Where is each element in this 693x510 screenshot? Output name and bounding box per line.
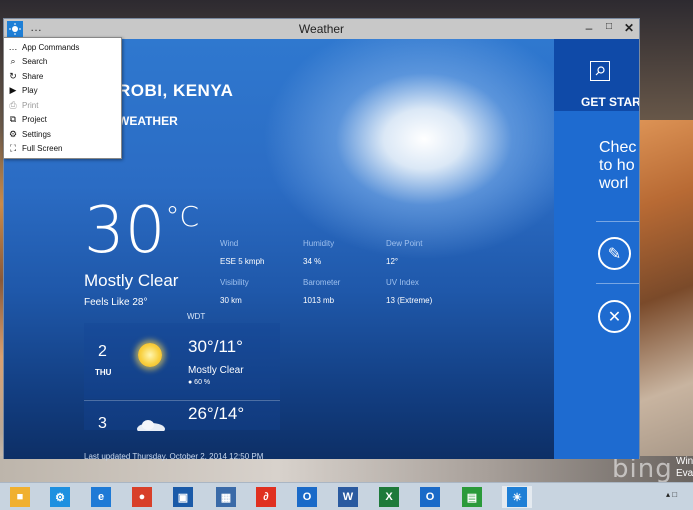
forecast-day-of-week: THU — [95, 368, 112, 377]
wind-value: ESE 5 kmph — [220, 257, 265, 266]
taskbar-app-button[interactable]: ⚙ — [49, 486, 71, 508]
word-icon: W — [338, 487, 358, 507]
taskbar-app-button[interactable]: ▤ — [461, 486, 483, 508]
settings-app-icon: ⚙ — [50, 487, 70, 507]
project-icon: ⧉ — [9, 114, 17, 125]
feels-like: Feels Like 28° — [84, 297, 148, 308]
search-icon — [595, 66, 605, 76]
forecast-day-card[interactable]: 2 THU 30°/11° Mostly Clear ● 60 % — [84, 323, 280, 399]
chrome-icon: ● — [132, 487, 152, 507]
taskbar-app-button[interactable]: e — [90, 486, 112, 508]
forecast-high-low: 30°/11° — [188, 337, 243, 356]
dew-point-label: Dew Point — [386, 239, 423, 248]
taskbar: ■ ⚙ e ● ▣ ▦ ∂ O W X O ▤ ☀ ▴ □ — [0, 482, 693, 510]
city-name: ROBI, KENYA — [118, 81, 234, 100]
play-icon: ▶ — [9, 85, 17, 96]
dismiss-button[interactable]: ✕ — [598, 300, 631, 333]
pencil-icon: ✎ — [607, 245, 622, 263]
divider — [596, 283, 639, 284]
menu-item-project[interactable]: ⧉ Project — [4, 113, 122, 128]
menu-item-search[interactable]: ⌕ Search — [4, 55, 122, 70]
data-source-label: WDT — [187, 312, 206, 321]
maximize-button[interactable]: □ — [600, 21, 618, 32]
forecast-condition: Mostly Clear — [188, 365, 244, 376]
weather-app-icon: ☀ — [507, 487, 527, 507]
menu-item-print: ⎙ Print — [4, 98, 122, 113]
get-started-panel: GET STAR Chec to ho worl ✎ ✕ — [554, 39, 639, 459]
calculator-icon: ▦ — [216, 487, 236, 507]
uv-index-label: UV Index — [386, 278, 419, 287]
menu-item-settings[interactable]: ⚙ Settings — [4, 127, 122, 142]
forecast-day-number: 3 — [98, 415, 107, 431]
taskbar-app-button[interactable]: ▣ — [172, 486, 194, 508]
fullscreen-icon: ⛶ — [9, 143, 17, 154]
minimize-button[interactable]: – — [580, 21, 598, 35]
last-updated: Last updated Thursday, October 2, 2014 1… — [84, 452, 264, 461]
close-icon: ✕ — [607, 308, 622, 326]
get-started-card[interactable]: Chec to ho worl ✎ ✕ — [554, 111, 639, 459]
windows-watermark-line1: Win — [676, 456, 693, 467]
forecast-day-card[interactable]: 3 26°/14° — [84, 400, 280, 431]
temperature-unit: °C — [165, 200, 199, 233]
store-icon: ▤ — [462, 487, 482, 507]
windows-watermark-line2: Eval — [676, 468, 693, 479]
search-icon: ⌕ — [10, 56, 16, 67]
sun-icon — [138, 343, 162, 367]
current-temperature: 30°C — [84, 194, 199, 268]
search-button[interactable] — [590, 61, 610, 81]
edit-button[interactable]: ✎ — [598, 237, 631, 270]
taskbar-app-button[interactable]: ∂ — [255, 486, 277, 508]
menu-item-share[interactable]: ↻ Share — [4, 69, 122, 84]
cloud-icon — [137, 420, 165, 431]
photo-app-icon: ▣ — [173, 487, 193, 507]
taskbar-app-button[interactable]: X — [378, 486, 400, 508]
visibility-value: 30 km — [220, 296, 242, 305]
dew-point-value: 12° — [386, 257, 399, 266]
uv-index-value: 13 (Extreme) — [386, 296, 433, 305]
taskbar-app-button[interactable]: O — [419, 486, 441, 508]
ie-icon: e — [91, 487, 111, 507]
wind-label: Wind — [220, 239, 239, 248]
taskbar-app-button[interactable]: ● — [131, 486, 153, 508]
taskbar-app-button[interactable]: O — [296, 486, 318, 508]
taskbar-app-button[interactable]: W — [337, 486, 359, 508]
outlook-icon: O — [297, 487, 317, 507]
more-icon: … — [8, 42, 18, 53]
humidity-label: Humidity — [303, 239, 335, 248]
forecast-precipitation: ● 60 % — [188, 379, 211, 386]
window-title: Weather — [298, 22, 345, 36]
humidity-value: 34 % — [303, 257, 322, 266]
forecast-high-low: 26°/14° — [188, 404, 245, 423]
gear-icon: ⚙ — [8, 128, 18, 139]
excel-icon: X — [379, 487, 399, 507]
print-icon: ⎙ — [9, 99, 17, 110]
app-commands-menu: … App Commands ⌕ Search ↻ Share ▶ Play ⎙ Prin… — [3, 37, 122, 159]
system-tray[interactable]: ▴ □ — [666, 490, 677, 499]
title-bar[interactable]: … Weather – □ ✕ — [4, 19, 639, 39]
divider — [596, 221, 639, 222]
menu-item-play[interactable]: ▶ Play — [4, 84, 122, 99]
close-button[interactable]: ✕ — [620, 21, 638, 35]
file-explorer-icon: ■ — [10, 487, 30, 507]
barometer-label: Barometer — [303, 278, 341, 287]
taskbar-app-button[interactable]: ■ — [9, 486, 31, 508]
get-started-text: Chec to ho worl — [599, 139, 637, 192]
get-started-heading: GET STAR — [581, 95, 639, 109]
menu-item-full-screen[interactable]: ⛶ Full Screen — [4, 142, 122, 157]
acrobat-icon: ∂ — [256, 487, 276, 507]
current-condition: Mostly Clear — [84, 271, 179, 290]
taskbar-app-button[interactable]: ▦ — [215, 486, 237, 508]
visibility-label: Visibility — [220, 278, 249, 287]
forecast-day-number: 2 — [98, 343, 107, 360]
taskbar-app-button[interactable]: ☀ — [502, 486, 532, 508]
barometer-value: 1013 mb — [303, 296, 335, 305]
section-title: WEATHER — [118, 114, 178, 128]
share-icon: ↻ — [9, 70, 17, 81]
outlook2-icon: O — [420, 487, 440, 507]
menu-item-app-commands[interactable]: … App Commands — [4, 40, 122, 55]
